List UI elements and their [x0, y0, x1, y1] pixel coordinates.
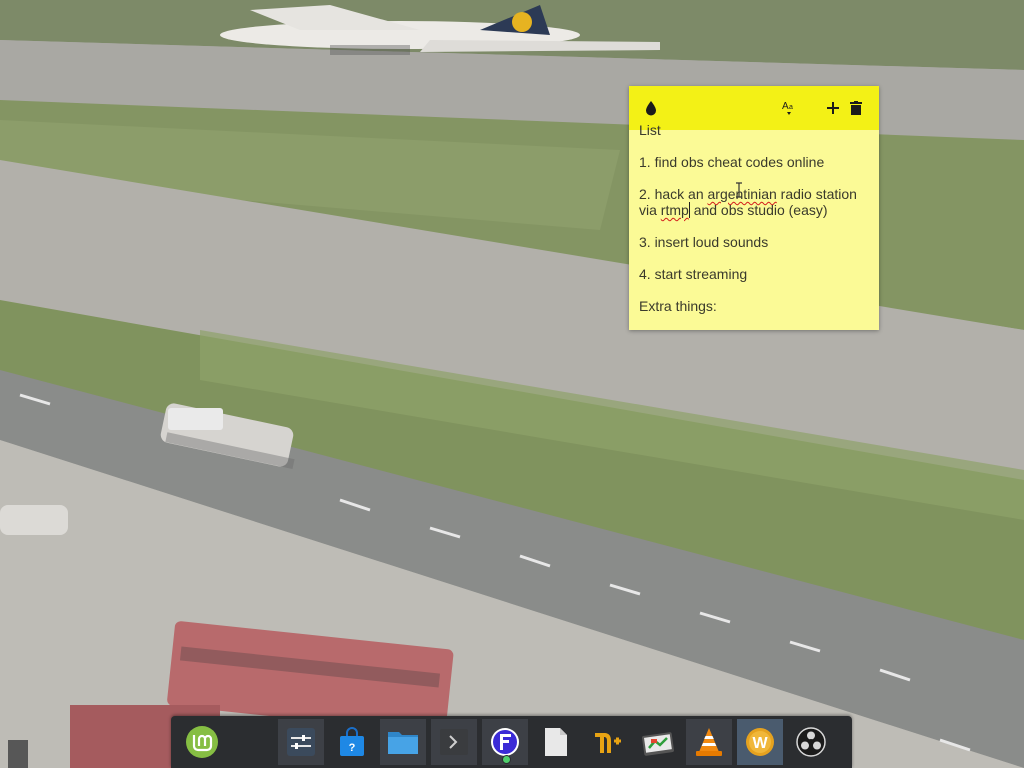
sticky-note-text[interactable]: List 1. find obs cheat codes online 2. h… [639, 122, 871, 330]
shopping-bag-icon: ? [340, 727, 364, 756]
taskbar-item-store[interactable]: ? [329, 719, 375, 765]
taskbar-item-settings[interactable] [278, 719, 324, 765]
plus-icon [827, 102, 839, 114]
droplet-icon [646, 101, 656, 116]
misspelled-word: rtmp [660, 202, 689, 218]
note-line: 3. insert loud sounds [639, 234, 769, 250]
note-line: 2. hack an argentinian radio station via… [639, 186, 871, 218]
taskbar-item-terminal[interactable] [431, 719, 477, 765]
letter-w-icon: W [746, 728, 774, 756]
notification-dot [502, 755, 511, 764]
note-text: 2. hack an [639, 186, 704, 202]
note-line: List [639, 122, 661, 138]
taskbar: ? W [171, 716, 852, 768]
taskbar-item-app-f[interactable] [482, 719, 528, 765]
note-line: 1. find obs cheat codes online [639, 154, 825, 170]
svg-text:W: W [752, 735, 768, 752]
taskbar-item-text-editor[interactable] [533, 719, 579, 765]
note-font-button[interactable]: A a [779, 98, 799, 118]
font-size-icon: A a [782, 101, 793, 115]
document-icon [545, 728, 567, 756]
neptune-icon [595, 733, 621, 753]
note-text: and obs studio (easy) [693, 202, 828, 218]
text-caret [688, 202, 690, 218]
terminal-icon [440, 729, 468, 755]
folder-icon [388, 732, 418, 754]
svg-text:?: ? [349, 742, 356, 754]
note-line: Extra things: [639, 298, 717, 314]
delete-note-button[interactable] [846, 98, 866, 118]
note-line: 4. start streaming [639, 266, 748, 282]
letter-f-icon [491, 728, 519, 756]
obs-icon [796, 727, 826, 757]
add-note-button[interactable] [823, 98, 843, 118]
svg-text:a: a [789, 104, 793, 111]
taskbar-item-menu[interactable] [179, 719, 225, 765]
taskbar-item-files[interactable] [380, 719, 426, 765]
note-color-button[interactable] [641, 98, 661, 118]
svg-text:A: A [782, 101, 789, 112]
disk-chart-icon [642, 732, 674, 756]
taskbar-item-app-w[interactable]: W [737, 719, 783, 765]
ibeam-cursor-icon [736, 182, 742, 198]
taskbar-item-vlc[interactable] [686, 719, 732, 765]
taskbar-item-obs[interactable] [788, 719, 834, 765]
taskbar-item-neptune[interactable] [584, 719, 630, 765]
trash-icon [850, 101, 862, 115]
sticky-note[interactable]: A a List 1. find obs cheat codes online … [629, 86, 879, 330]
vlc-cone-icon [696, 728, 722, 756]
mint-logo-icon [186, 726, 218, 758]
sliders-icon [287, 728, 315, 756]
taskbar-item-disk-usage[interactable] [635, 719, 681, 765]
